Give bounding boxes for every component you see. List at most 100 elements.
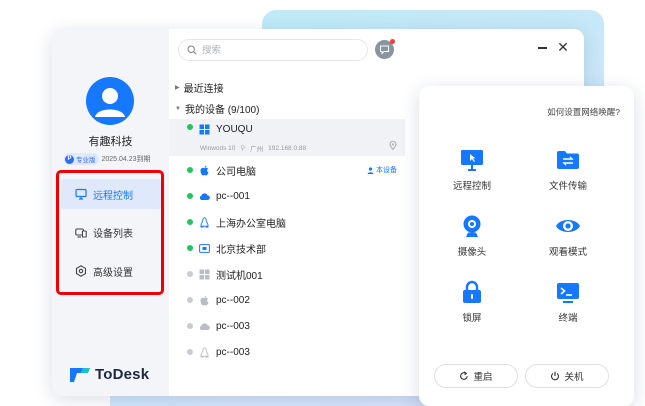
remote-control-icon <box>461 150 483 171</box>
caret-right-icon: ▶ <box>175 85 180 91</box>
device-name: pc--001 <box>216 190 250 202</box>
restart-button[interactable]: 重启 <box>434 364 518 388</box>
shutdown-button[interactable]: 关机 <box>525 364 609 388</box>
device-action-panel: 如何设置网络唤醒? 远程控制 文件传输 摄像头 观看模式 锁屏 终端 重启 关机 <box>419 86 634 406</box>
shutdown-label: 关机 <box>564 372 584 383</box>
sidebar: 有趣科技 P 专业版 2025.04.23到期 远程控制 设备列表 高级设置 T… <box>52 29 169 396</box>
status-offline-dot <box>187 297 193 303</box>
minimize-icon <box>537 47 547 49</box>
power-icon <box>551 371 560 381</box>
windows-icon <box>199 124 210 135</box>
device-name: YOUQU <box>216 124 253 135</box>
message-button[interactable] <box>375 39 395 59</box>
caret-down-icon: ▼ <box>175 105 181 112</box>
device-row[interactable]: pc--002 <box>169 287 405 313</box>
group-my-devices[interactable]: ▼ 我的设备 (9/100) <box>175 101 259 116</box>
device-location: 广州 <box>250 146 264 153</box>
action-label: 远程控制 <box>452 181 491 192</box>
terminal-icon <box>557 283 579 303</box>
status-online-dot <box>187 124 193 130</box>
restart-label: 重启 <box>473 372 493 383</box>
device-name: pc--003 <box>216 346 250 358</box>
device-ip: 192.168.0.88 <box>268 144 307 152</box>
notification-dot <box>390 39 395 44</box>
windows-icon <box>199 269 210 280</box>
person-icon <box>367 166 374 174</box>
display-icon <box>199 243 210 254</box>
action-lock-screen[interactable]: 锁屏 <box>432 280 512 324</box>
device-details: Winwods 10 ⚲ 广州 192.168.0.88 <box>200 143 307 154</box>
username: 有趣科技 <box>88 136 133 148</box>
close-button[interactable]: ✕ <box>556 39 570 55</box>
status-offline-dot <box>187 349 193 355</box>
cloud-icon <box>199 321 210 332</box>
pro-p-icon: P <box>65 154 74 164</box>
action-label: 观看模式 <box>548 247 587 258</box>
cloud-icon <box>199 191 210 202</box>
plan-info: P 专业版 2025.04.23到期 <box>64 153 151 165</box>
action-file-transfer[interactable]: 文件传输 <box>528 148 608 192</box>
message-icon <box>380 45 389 55</box>
file-transfer-icon <box>557 151 579 169</box>
device-row[interactable]: 上海办公室电脑 <box>169 209 405 235</box>
this-device-tag: 本设备 <box>367 165 397 175</box>
action-label: 文件传输 <box>548 181 587 192</box>
action-terminal[interactable]: 终端 <box>528 280 608 324</box>
location-pin-icon: ⚲ <box>240 145 246 152</box>
device-row[interactable]: YOUQU Winwods 10 ⚲ 广州 192.168.0.88 <box>169 119 405 156</box>
group-label: 我的设备 (9/100) <box>184 105 260 116</box>
action-remote-control[interactable]: 远程控制 <box>432 148 512 192</box>
apple-icon <box>199 295 210 306</box>
search-icon <box>187 45 197 55</box>
device-os: Winwods 10 <box>200 144 236 152</box>
pro-badge: P 专业版 <box>64 153 99 165</box>
status-offline-dot <box>187 271 193 277</box>
device-name: pc--002 <box>216 294 250 306</box>
action-label: 终端 <box>558 313 578 324</box>
device-name: 公司电脑 <box>216 166 256 178</box>
plan-expiry: 2025.04.23到期 <box>101 156 151 163</box>
device-name: pc--003 <box>216 320 250 332</box>
group-recent[interactable]: ▶ 最近连接 <box>175 80 224 95</box>
status-offline-dot <box>187 323 193 329</box>
linux-icon <box>199 346 210 358</box>
device-list: ▶ 最近连接 ▼ 我的设备 (9/100) YOUQU Winwods 10 ⚲… <box>169 69 405 396</box>
status-online-dot <box>187 245 193 251</box>
status-online-dot <box>187 193 193 199</box>
device-row[interactable]: 公司电脑 本设备 <box>169 157 405 183</box>
action-label: 摄像头 <box>457 247 487 258</box>
device-row[interactable]: pc--001 <box>169 183 405 209</box>
logo-text: ToDesk <box>95 365 150 383</box>
this-device-label: 本设备 <box>376 167 397 174</box>
action-label: 锁屏 <box>462 313 482 324</box>
device-name: 测试机001 <box>216 270 263 282</box>
close-icon: ✕ <box>557 39 569 55</box>
device-row[interactable]: 北京技术部 <box>169 235 405 261</box>
highlight-box <box>56 170 164 295</box>
action-camera[interactable]: 摄像头 <box>432 214 512 258</box>
device-row[interactable]: 测试机001 <box>169 261 405 287</box>
device-name: 上海办公室电脑 <box>216 218 286 230</box>
device-row[interactable]: pc--003 <box>169 313 405 339</box>
eye-icon <box>556 220 580 232</box>
linux-icon <box>199 216 210 228</box>
search-box[interactable] <box>178 39 368 61</box>
device-row[interactable]: pc--003 <box>169 339 405 365</box>
device-name: 北京技术部 <box>216 244 266 256</box>
search-input[interactable] <box>202 44 352 56</box>
avatar[interactable] <box>86 77 134 125</box>
minimize-button[interactable] <box>536 41 548 55</box>
status-online-dot <box>187 219 193 225</box>
apple-icon <box>199 165 210 176</box>
user-avatar-icon <box>95 88 125 117</box>
group-label: 最近连接 <box>183 84 224 95</box>
todesk-logo-icon <box>70 368 90 382</box>
plan-badge-label: 专业版 <box>76 157 96 164</box>
wake-on-lan-link[interactable]: 如何设置网络唤醒? <box>547 106 620 118</box>
todesk-logo: ToDesk <box>69 365 149 383</box>
map-pin-icon[interactable] <box>389 140 397 153</box>
action-view-mode[interactable]: 观看模式 <box>528 214 608 258</box>
restart-icon <box>460 371 469 380</box>
lock-icon <box>463 280 481 303</box>
camera-icon <box>463 215 481 237</box>
